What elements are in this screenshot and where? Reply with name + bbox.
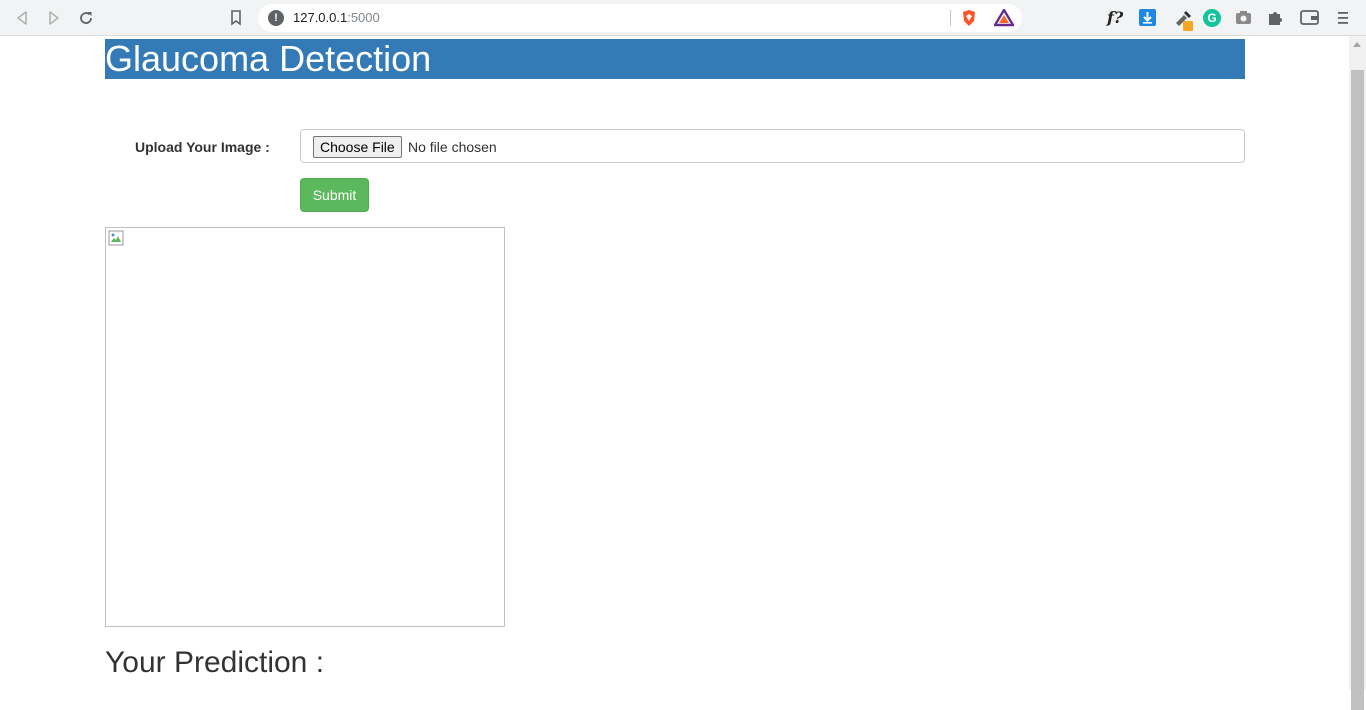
page-title: Glaucoma Detection bbox=[105, 38, 432, 79]
download-extension-icon[interactable] bbox=[1139, 9, 1156, 31]
choose-file-button[interactable]: Choose File bbox=[313, 136, 402, 158]
fx-extension-icon[interactable]: f? bbox=[1107, 8, 1123, 27]
address-bar[interactable]: ! 127.0.0.1:5000 bbox=[258, 4, 1022, 32]
scroll-up-arrow[interactable] bbox=[1353, 42, 1361, 47]
reload-icon[interactable] bbox=[74, 6, 98, 30]
forward-icon[interactable] bbox=[42, 6, 66, 30]
browser-toolbar: ! 127.0.0.1:5000 f? G bbox=[0, 0, 1366, 36]
screenshot-icon[interactable] bbox=[1235, 10, 1252, 30]
brave-shields-icon[interactable] bbox=[960, 9, 978, 32]
grammarly-icon[interactable]: G bbox=[1203, 9, 1221, 27]
back-icon[interactable] bbox=[10, 6, 34, 30]
file-status: No file chosen bbox=[408, 139, 497, 155]
prediction-heading: Your Prediction : bbox=[105, 646, 325, 679]
uploaded-image bbox=[105, 227, 505, 627]
menu-icon[interactable] bbox=[1337, 11, 1349, 30]
url-separator bbox=[950, 10, 951, 26]
page-scrollbar[interactable] bbox=[1349, 36, 1366, 710]
page-header: Glaucoma Detection bbox=[105, 39, 1245, 79]
url-text: 127.0.0.1:5000 bbox=[293, 10, 380, 25]
eyedropper-extension-icon[interactable] bbox=[1172, 8, 1194, 37]
scroll-thumb[interactable] bbox=[1351, 70, 1364, 710]
wallet-icon[interactable] bbox=[1300, 10, 1319, 30]
submit-button[interactable]: Submit bbox=[300, 178, 369, 212]
info-icon[interactable]: ! bbox=[268, 10, 284, 26]
url-port: :5000 bbox=[347, 10, 380, 25]
broken-image-icon bbox=[108, 230, 124, 246]
upload-label: Upload Your Image : bbox=[135, 139, 270, 155]
bookmark-icon[interactable] bbox=[224, 6, 248, 30]
file-input[interactable]: Choose File No file chosen bbox=[300, 129, 1245, 163]
extensions-icon[interactable] bbox=[1267, 9, 1284, 31]
url-host: 127.0.0.1 bbox=[293, 10, 348, 25]
brave-rewards-icon[interactable] bbox=[992, 7, 1016, 32]
